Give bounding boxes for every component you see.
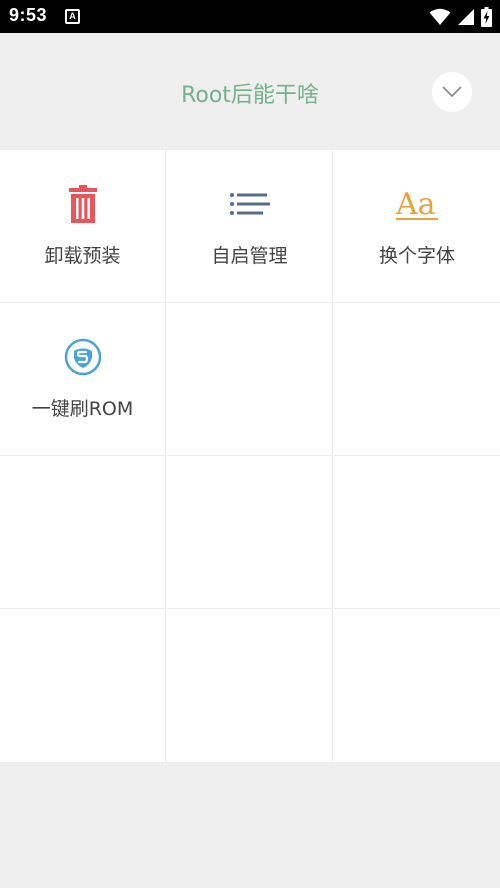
status-icons xyxy=(429,6,492,28)
grid-cell-empty xyxy=(0,609,166,762)
notification-icon: A xyxy=(65,9,80,24)
grid-item-autostart[interactable]: 自启管理 xyxy=(167,150,333,303)
grid-item-uninstall[interactable]: 卸载预装 xyxy=(0,150,166,303)
grid-item-label: 自启管理 xyxy=(211,245,288,267)
grid-cell-empty xyxy=(334,609,500,762)
status-time: 9:53 xyxy=(9,5,48,25)
grid-cell-empty xyxy=(0,456,166,609)
grid-cell-empty xyxy=(167,303,333,456)
status-bar: 9:53 A xyxy=(0,0,500,33)
expand-button[interactable] xyxy=(432,72,472,112)
svg-text:Aa: Aa xyxy=(396,187,436,222)
grid-item-font[interactable]: Aa 换个字体 xyxy=(334,150,500,303)
grid-cell-empty xyxy=(167,456,333,609)
grid-item-label: 换个字体 xyxy=(378,245,455,267)
shield-icon xyxy=(64,338,101,376)
grid-item-label: 卸载预装 xyxy=(44,245,121,267)
trash-icon xyxy=(68,185,97,223)
grid-cell-empty xyxy=(334,456,500,609)
page-title: Root后能干啥 xyxy=(181,83,319,108)
font-icon: Aa xyxy=(396,187,438,222)
grid-item-label: 一键刷ROM xyxy=(31,398,134,420)
feature-grid: 卸载预装 自启管理 Aa 换个字体 一键刷ROM xyxy=(0,150,500,762)
wifi-icon xyxy=(429,8,451,25)
list-icon xyxy=(229,193,270,215)
grid-cell-empty xyxy=(167,609,333,762)
signal-icon xyxy=(458,9,474,25)
chevron-down-icon xyxy=(442,86,462,97)
battery-charging-icon xyxy=(481,7,492,27)
grid-item-rom[interactable]: 一键刷ROM xyxy=(0,303,166,456)
header: Root后能干啥 xyxy=(0,33,500,150)
grid-cell-empty xyxy=(334,303,500,456)
